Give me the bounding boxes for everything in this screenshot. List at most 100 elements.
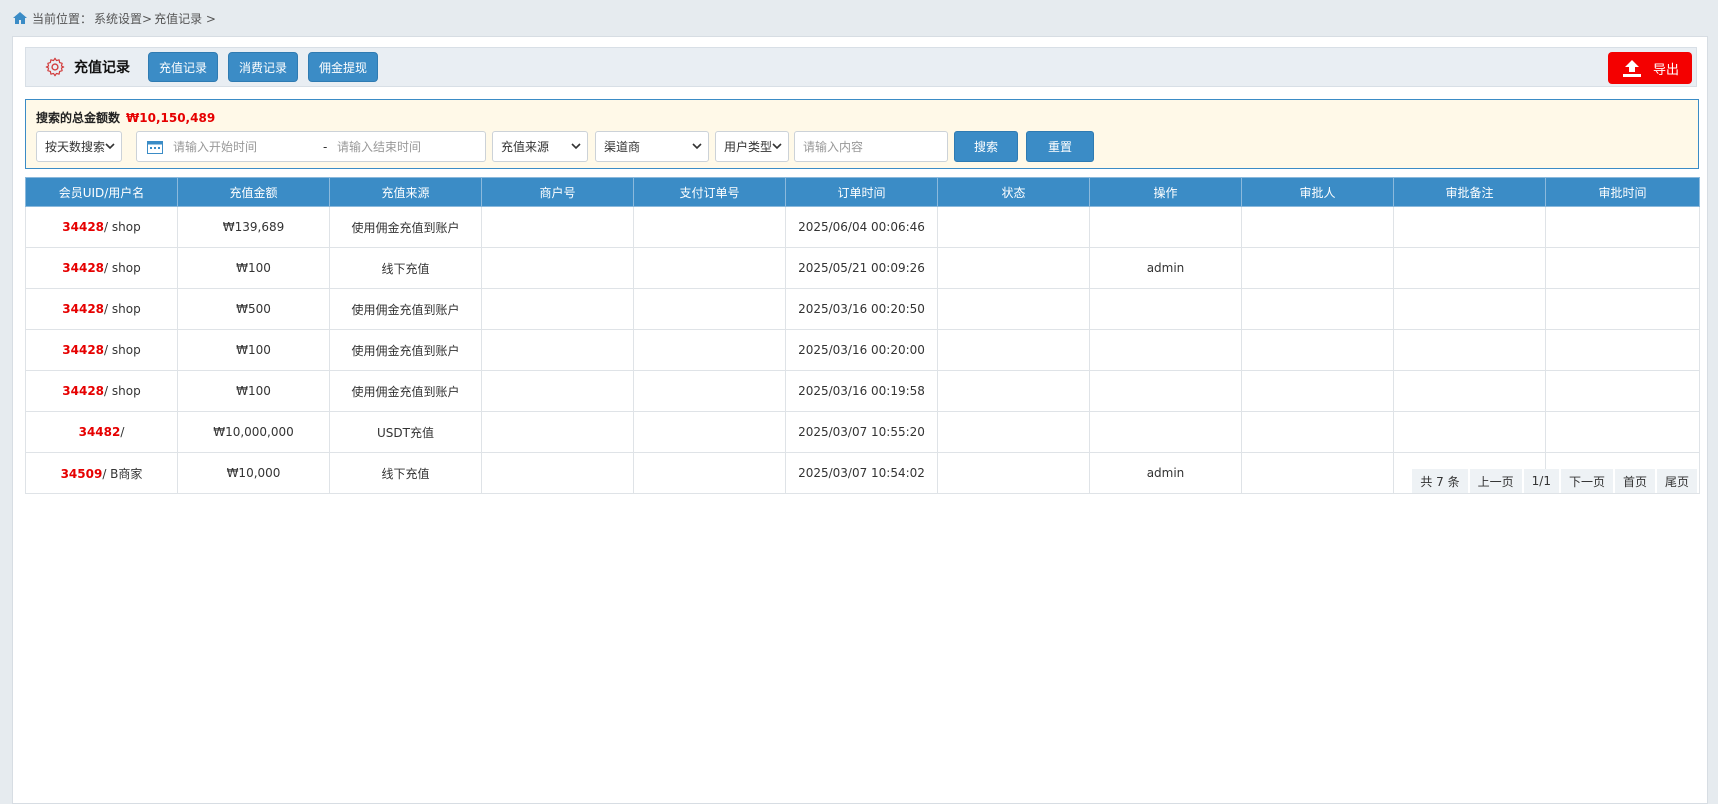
source-cell: 线下充值 <box>329 452 482 494</box>
amount-cell: ₩100 <box>177 370 330 412</box>
operation-cell: admin <box>1089 452 1242 494</box>
date-range-input[interactable]: 请输入开始时间 - 请输入结束时间 <box>136 131 486 162</box>
merchant-cell <box>481 288 634 330</box>
recharge-records-table: 会员UID/用户名 充值金额 充值来源 商户号 支付订单号 订单时间 状态 操作… <box>25 177 1700 494</box>
amount-cell: ₩10,000 <box>177 452 330 494</box>
uid-cell: 34482/ <box>25 411 178 453</box>
status-cell <box>937 206 1090 248</box>
table-row: 34428/ shop ₩100 线下充值 2025/05/21 00:09:2… <box>25 247 1700 289</box>
order-no-cell <box>633 452 786 494</box>
pagination-last-button[interactable]: 尾页 <box>1656 469 1697 493</box>
uid-link[interactable]: 34509 <box>61 467 103 481</box>
pagination-next-button[interactable]: 下一页 <box>1560 469 1613 493</box>
approval-note-cell <box>1393 247 1546 289</box>
breadcrumb: 当前位置： 系统设置> 充值记录 > <box>0 0 1718 36</box>
order-no-cell <box>633 370 786 412</box>
uid-link[interactable]: 34482 <box>79 425 121 439</box>
approval-note-cell <box>1393 329 1546 371</box>
table-row: 34428/ shop ₩100 使用佣金充值到账户 2025/03/16 00… <box>25 370 1700 412</box>
username: / shop <box>104 302 141 316</box>
export-button[interactable]: 导出 <box>1608 52 1692 84</box>
approval-note-cell <box>1393 206 1546 248</box>
breadcrumb-prefix: 当前位置： <box>32 11 93 26</box>
merchant-cell <box>481 452 634 494</box>
uid-link[interactable]: 34428 <box>62 220 104 234</box>
approval-time-cell <box>1545 247 1700 289</box>
home-icon[interactable] <box>12 10 28 26</box>
search-button[interactable]: 搜索 <box>954 131 1018 162</box>
column-header-uid: 会员UID/用户名 <box>25 177 178 207</box>
export-label: 导出 <box>1652 62 1679 78</box>
channel-select[interactable]: 渠道商 <box>595 131 709 162</box>
table-row: 34428/ shop ₩139,689 使用佣金充值到账户 2025/06/0… <box>25 206 1700 248</box>
uid-cell: 34428/ shop <box>25 329 178 371</box>
keyword-input[interactable]: 请输入内容 <box>794 131 948 162</box>
order-time-cell: 2025/05/21 00:09:26 <box>785 247 938 289</box>
operation-cell <box>1089 411 1242 453</box>
search-mode-select[interactable]: 按天数搜索 <box>36 131 122 162</box>
recharge-source-select[interactable]: 充值来源 <box>492 131 588 162</box>
pagination-total: 共 7 条 <box>1412 469 1468 493</box>
status-cell <box>937 247 1090 289</box>
total-amount-value: ₩10,150,489 <box>126 111 216 125</box>
uid-link[interactable]: 34428 <box>62 261 104 275</box>
pagination-first-button[interactable]: 首页 <box>1614 469 1655 493</box>
user-type-select[interactable]: 用户类型 <box>715 131 789 162</box>
start-time-input[interactable]: 请输入开始时间 <box>173 138 257 155</box>
approval-note-cell <box>1393 288 1546 330</box>
approver-cell <box>1241 452 1394 494</box>
pagination-prev-button[interactable]: 上一页 <box>1469 469 1522 493</box>
date-range-separator: - <box>323 139 328 154</box>
approval-time-cell <box>1545 329 1700 371</box>
operation-cell <box>1089 206 1242 248</box>
amount-cell: ₩139,689 <box>177 206 330 248</box>
merchant-cell <box>481 411 634 453</box>
column-header-approval-note: 审批备注 <box>1393 177 1546 207</box>
status-cell <box>937 411 1090 453</box>
approver-cell <box>1241 288 1394 330</box>
page-title: 充值记录 <box>74 60 130 76</box>
tab-commission-withdrawal[interactable]: 佣金提现 <box>308 52 379 82</box>
user-type-value: 用户类型 <box>724 140 773 154</box>
approver-cell <box>1241 329 1394 371</box>
tab-recharge-records[interactable]: 充值记录 <box>148 52 219 82</box>
pagination: 共 7 条 上一页 1/1 下一页 首页 尾页 <box>1410 469 1697 493</box>
source-cell: USDT充值 <box>329 411 482 453</box>
uid-link[interactable]: 34428 <box>62 343 104 357</box>
operation-cell <box>1089 288 1242 330</box>
order-no-cell <box>633 247 786 289</box>
approval-time-cell <box>1545 370 1700 412</box>
approver-cell <box>1241 370 1394 412</box>
column-header-merchant: 商户号 <box>481 177 634 207</box>
chevron-down-icon <box>692 143 702 150</box>
column-header-amount: 充值金额 <box>177 177 330 207</box>
approver-cell <box>1241 411 1394 453</box>
order-time-cell: 2025/03/16 00:19:58 <box>785 370 938 412</box>
approval-time-cell <box>1545 206 1700 248</box>
merchant-cell <box>481 370 634 412</box>
approval-time-cell <box>1545 411 1700 453</box>
column-header-approver: 审批人 <box>1241 177 1394 207</box>
merchant-cell <box>481 247 634 289</box>
operation-cell: admin <box>1089 247 1242 289</box>
chevron-down-icon <box>772 143 782 150</box>
uid-link[interactable]: 34428 <box>62 302 104 316</box>
keyword-placeholder: 请输入内容 <box>803 140 864 154</box>
column-header-source: 充值来源 <box>329 177 482 207</box>
operation-cell <box>1089 370 1242 412</box>
reset-button[interactable]: 重置 <box>1026 131 1094 162</box>
order-time-cell: 2025/03/16 00:20:50 <box>785 288 938 330</box>
breadcrumb-item-recharge-records[interactable]: 充值记录 > <box>154 10 216 27</box>
uid-link[interactable]: 34428 <box>62 384 104 398</box>
username: / shop <box>104 343 141 357</box>
uid-cell: 34428/ shop <box>25 247 178 289</box>
tab-consumption-records[interactable]: 消费记录 <box>228 52 299 82</box>
table-row: 34482/ ₩10,000,000 USDT充值 2025/03/07 10:… <box>25 411 1700 453</box>
order-time-cell: 2025/03/16 00:20:00 <box>785 329 938 371</box>
username: / <box>120 425 125 439</box>
main-panel: 充值记录 充值记录 消费记录 佣金提现 导出 搜索的总金额数 ₩10,150,48… <box>12 36 1708 804</box>
merchant-cell <box>481 206 634 248</box>
order-time-cell: 2025/03/07 10:54:02 <box>785 452 938 494</box>
breadcrumb-item-system-settings[interactable]: 系统设置> <box>94 10 152 27</box>
end-time-input[interactable]: 请输入结束时间 <box>337 138 421 155</box>
